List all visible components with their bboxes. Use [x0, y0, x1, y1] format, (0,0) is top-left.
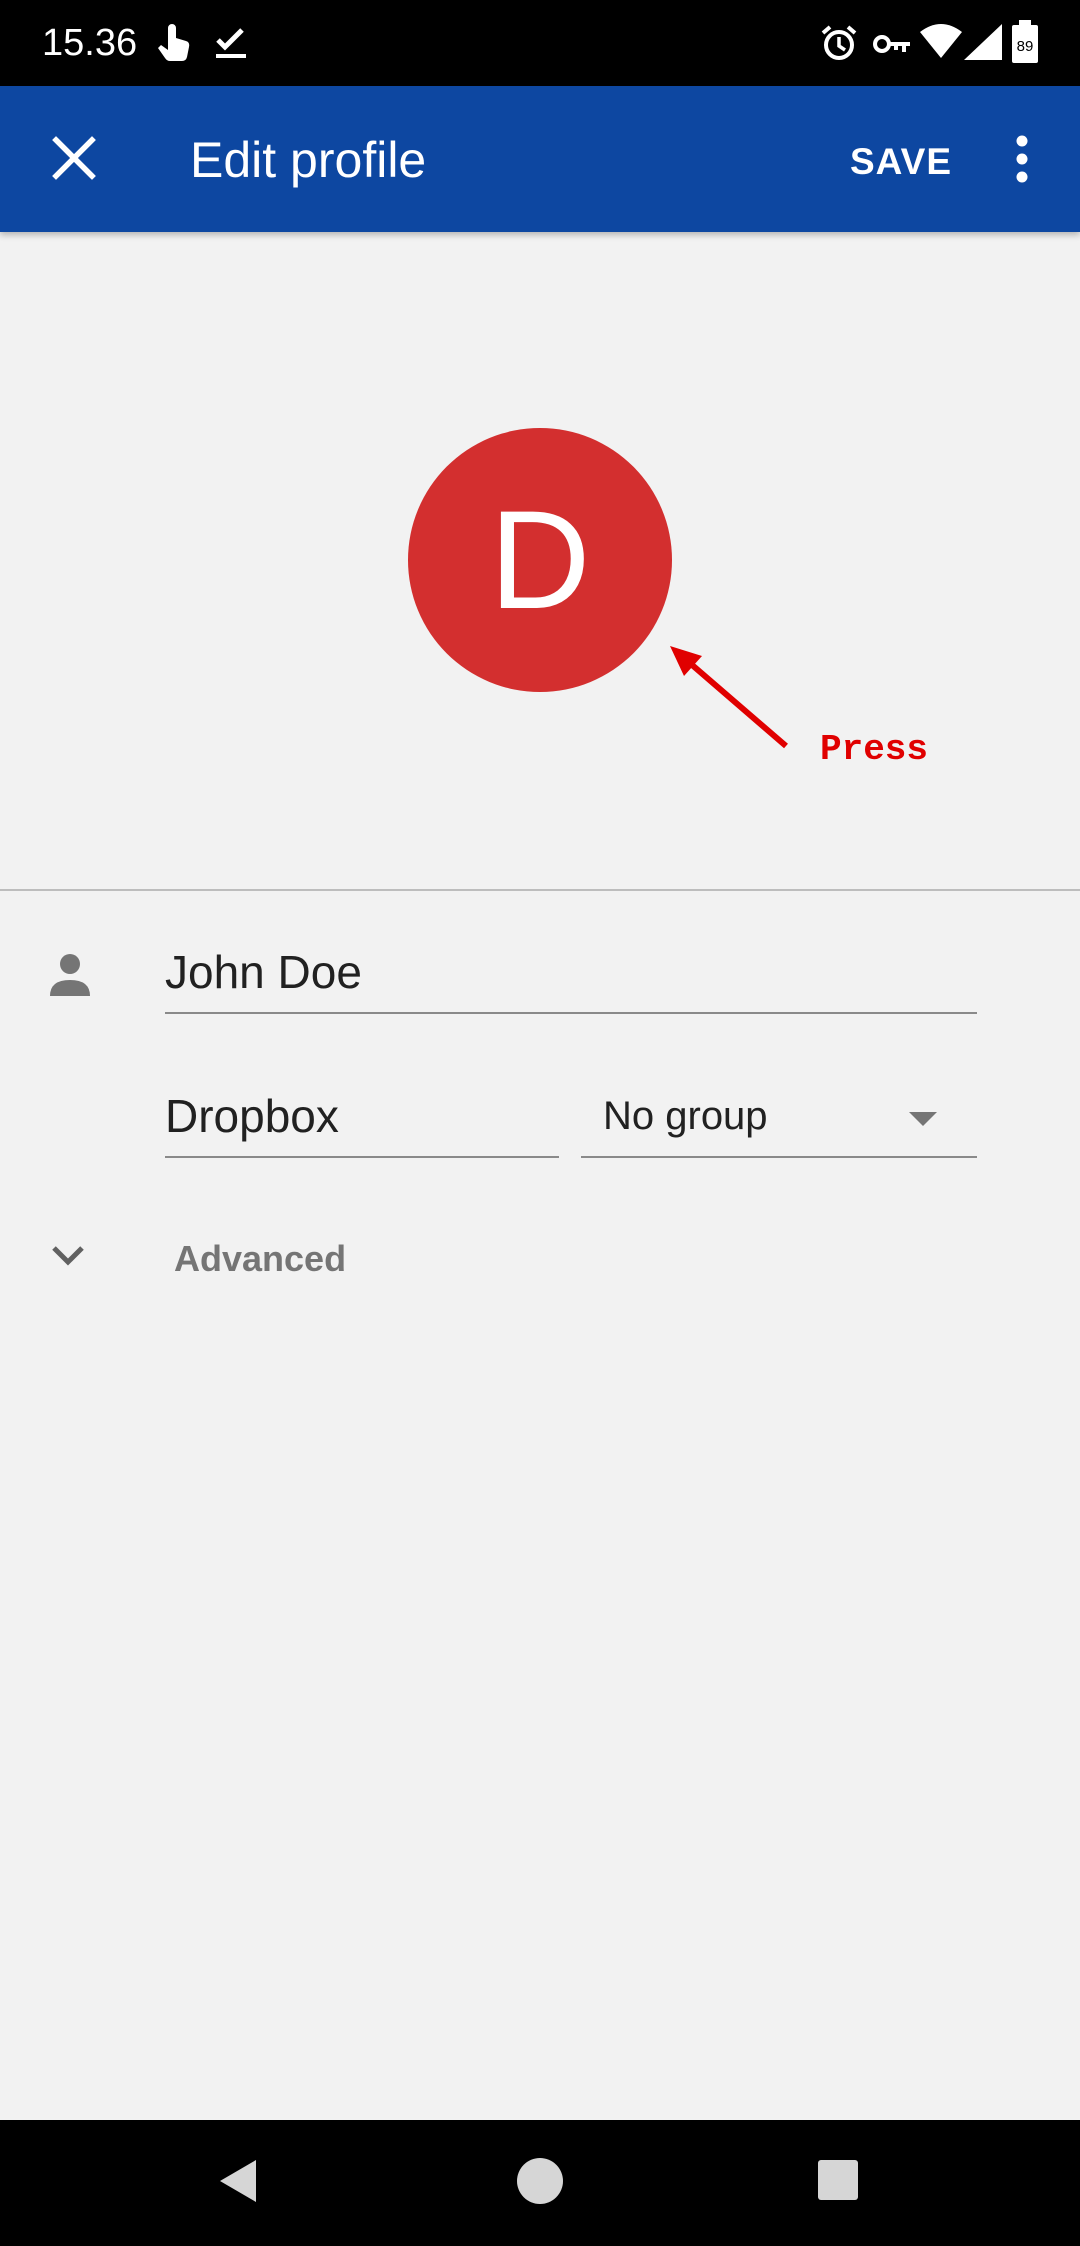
close-icon[interactable]	[48, 132, 100, 189]
account-field[interactable]: Dropbox	[165, 1084, 559, 1158]
page-title: Edit profile	[190, 132, 427, 188]
chevron-down-icon	[50, 1244, 86, 1273]
divider	[0, 889, 1080, 891]
annotation-arrow-icon	[650, 630, 800, 765]
group-select-value: No group	[603, 1094, 768, 1138]
battery-level: 89	[1017, 38, 1034, 55]
signal-icon	[964, 24, 1002, 65]
back-icon[interactable]	[216, 2156, 260, 2211]
status-time: 15.36	[42, 22, 138, 64]
dropdown-arrow-icon	[909, 1112, 937, 1126]
nav-bar	[0, 2120, 1080, 2246]
avatar-initial: D	[489, 481, 591, 638]
group-select[interactable]: No group	[581, 1084, 977, 1158]
battery-icon: 89	[1010, 20, 1040, 69]
wifi-icon	[920, 24, 962, 63]
home-icon[interactable]	[515, 2156, 565, 2211]
more-vert-icon[interactable]	[1002, 134, 1042, 189]
name-field[interactable]: John Doe	[165, 940, 977, 1014]
advanced-label: Advanced	[174, 1238, 347, 1279]
app-bar: Edit profile SAVE	[0, 86, 1080, 232]
annotation-label: Press	[820, 729, 929, 770]
alarm-icon	[820, 24, 858, 67]
advanced-toggle[interactable]: Advanced	[0, 1222, 1080, 1302]
vpn-key-icon	[872, 32, 912, 61]
status-bar: 15.36 89	[0, 0, 1080, 86]
download-done-icon	[214, 26, 248, 65]
recents-icon[interactable]	[816, 2158, 860, 2207]
touch-icon	[156, 24, 192, 67]
name-field-value: John Doe	[165, 946, 362, 998]
avatar[interactable]: D	[408, 428, 672, 692]
save-button[interactable]: SAVE	[836, 132, 966, 192]
person-icon	[48, 952, 92, 1001]
account-field-value: Dropbox	[165, 1090, 339, 1142]
